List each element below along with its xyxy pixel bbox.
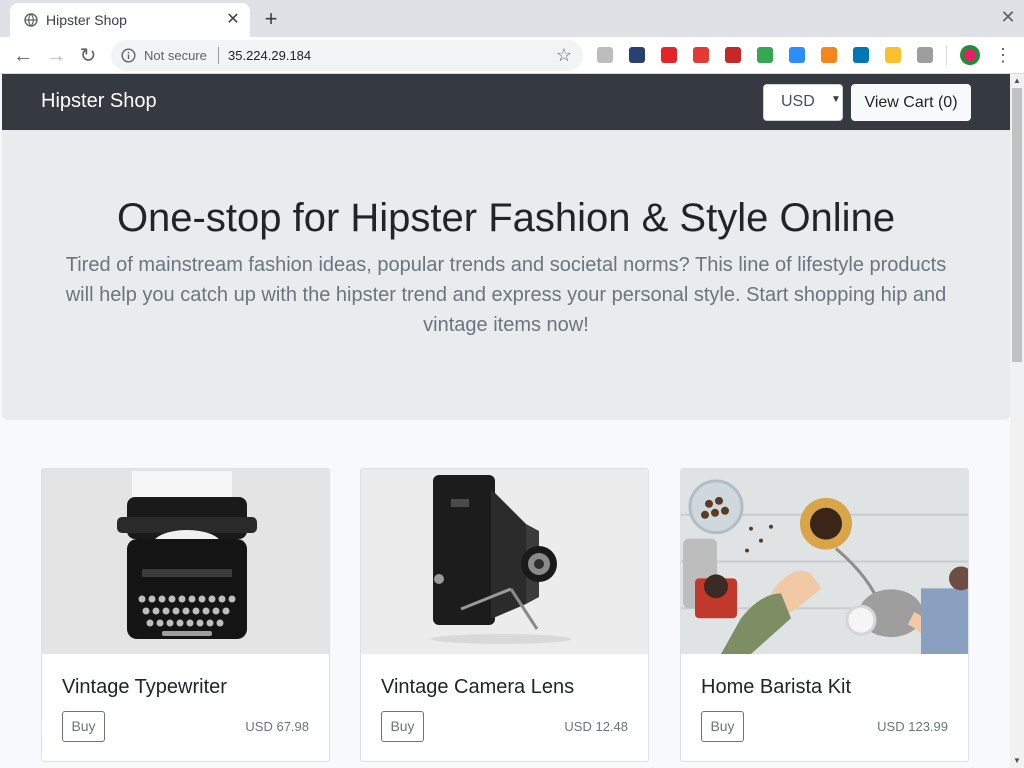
book-icon[interactable] — [725, 47, 741, 63]
profile-avatar[interactable] — [960, 45, 980, 65]
scroll-down-arrow-icon[interactable]: ▼ — [1010, 754, 1024, 768]
security-status[interactable]: Not secure — [144, 48, 207, 63]
tab-title: Hipster Shop — [46, 12, 127, 28]
product-price: USD 123.99 — [877, 719, 948, 734]
product-price: USD 12.48 — [564, 719, 628, 734]
scroll-up-arrow-icon[interactable]: ▲ — [1010, 74, 1024, 88]
url-text[interactable]: 35.224.29.184 — [228, 48, 311, 63]
caret-down-icon: ▼ — [831, 94, 841, 105]
m-extension-icon[interactable] — [853, 47, 869, 63]
back-button[interactable]: ← — [12, 45, 34, 67]
browser-menu-icon[interactable]: ⋮ — [994, 45, 1012, 65]
google-drive-icon[interactable] — [757, 47, 773, 63]
reload-button[interactable]: ↻ — [77, 45, 99, 67]
product-card[interactable]: Vintage Typewriter Buy USD 67.98 — [41, 468, 330, 762]
address-bar[interactable]: Not secure 35.224.29.184 ☆ — [111, 40, 583, 71]
toolbar-divider — [946, 45, 947, 65]
address-divider — [218, 47, 219, 64]
view-cart-button[interactable]: View Cart (0) — [851, 84, 971, 121]
brand-link[interactable]: Hipster Shop — [41, 90, 157, 113]
window-close-button[interactable]: ✕ — [998, 7, 1018, 27]
bookmark-star-icon[interactable]: ☆ — [555, 46, 573, 64]
product-name[interactable]: Vintage Typewriter — [62, 676, 227, 699]
acrobat-icon[interactable] — [661, 47, 677, 63]
product-card[interactable]: Vintage Camera Lens Buy USD 12.48 — [360, 468, 649, 762]
hero-title: One-stop for Hipster Fashion & Style Onl… — [116, 196, 896, 240]
hero-banner: One-stop for Hipster Fashion & Style Onl… — [2, 130, 1010, 420]
browser-tab[interactable]: Hipster Shop ✕ — [10, 3, 250, 37]
typewriter-image[interactable] — [42, 469, 329, 654]
metamask-icon[interactable] — [821, 47, 837, 63]
fetch-icon[interactable] — [693, 47, 709, 63]
keychain-icon[interactable] — [885, 47, 901, 63]
buy-button[interactable]: Buy — [381, 711, 424, 742]
hero-lead: Tired of mainstream fashion ideas, popul… — [65, 254, 947, 336]
hubspot-icon[interactable] — [917, 47, 933, 63]
barista-kit-image[interactable] — [681, 469, 968, 654]
scroll-thumb[interactable] — [1012, 88, 1022, 362]
page-viewport: Hipster Shop USD ▼ View Cart (0) One-sto… — [0, 74, 1010, 768]
product-name[interactable]: Home Barista Kit — [701, 676, 851, 699]
browser-tab-strip: Hipster Shop ✕ + ✕ — [0, 0, 1024, 37]
product-name[interactable]: Vintage Camera Lens — [381, 676, 574, 699]
site-navbar: Hipster Shop USD ▼ View Cart (0) — [2, 74, 1010, 130]
currency-select[interactable]: USD ▼ — [763, 84, 843, 121]
zoom-icon[interactable] — [789, 47, 805, 63]
camera-image[interactable] — [361, 469, 648, 654]
buy-button[interactable]: Buy — [701, 711, 744, 742]
product-price: USD 67.98 — [245, 719, 309, 734]
info-icon[interactable] — [121, 48, 136, 63]
b-extension-icon[interactable] — [597, 47, 613, 63]
fedora-icon[interactable] — [629, 47, 645, 63]
globe-icon — [24, 13, 38, 27]
tab-close-icon[interactable]: ✕ — [224, 11, 242, 29]
currency-value: USD — [781, 93, 815, 110]
page-scrollbar[interactable]: ▲ ▼ — [1010, 74, 1024, 768]
browser-toolbar: ← → ↻ Not secure 35.224.29.184 ☆ — [0, 37, 1024, 74]
buy-button[interactable]: Buy — [62, 711, 105, 742]
forward-button[interactable]: → — [45, 45, 67, 67]
product-card[interactable]: Home Barista Kit Buy USD 123.99 — [680, 468, 969, 762]
new-tab-button[interactable]: + — [261, 8, 281, 30]
